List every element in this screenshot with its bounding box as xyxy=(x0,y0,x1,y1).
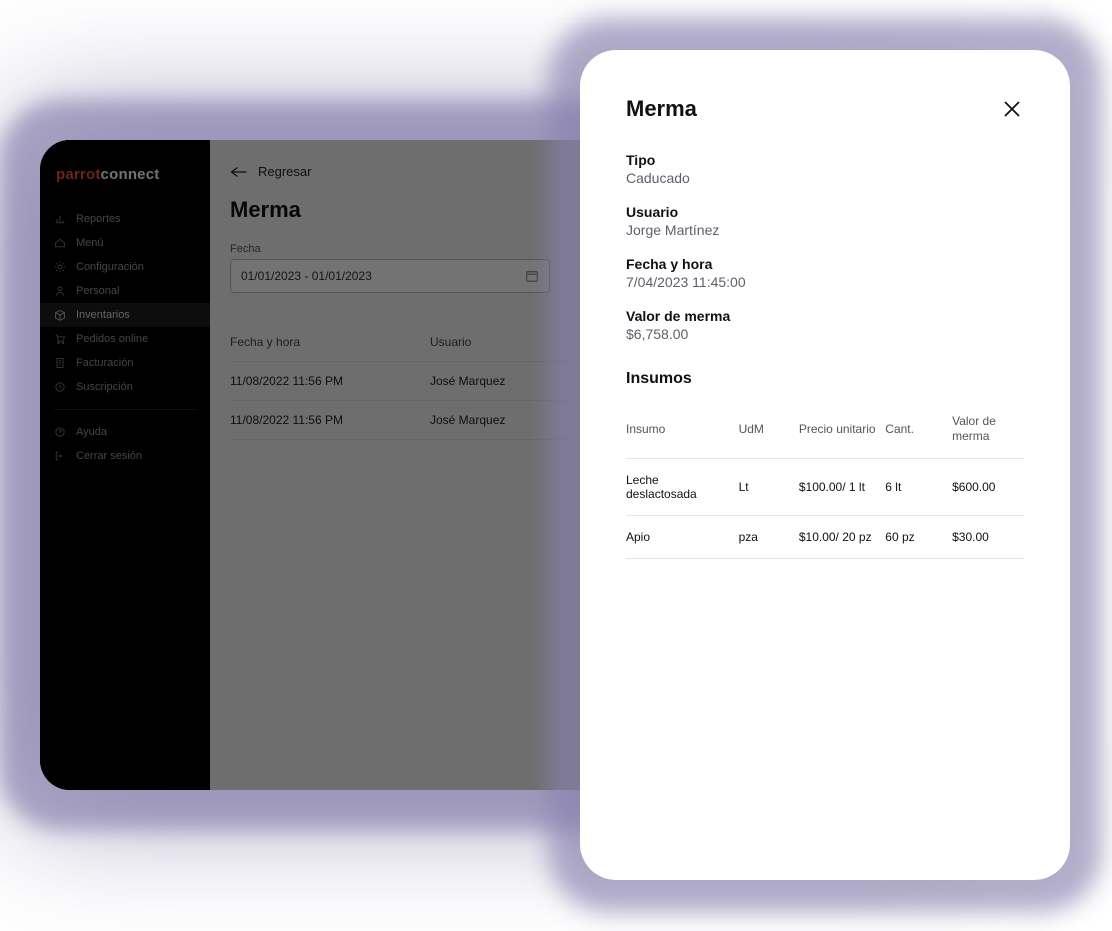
cell-cant: 6 lt xyxy=(885,480,944,494)
meta-type-label: Tipo xyxy=(626,152,1024,168)
insumos-row: Leche deslactosada Lt $100.00/ 1 lt 6 lt… xyxy=(626,459,1024,516)
brand-part2: connect xyxy=(101,166,160,183)
meta-total: Valor de merma $6,758.00 xyxy=(626,308,1024,342)
meta-user-label: Usuario xyxy=(626,204,1024,220)
sidebar-item-reportes[interactable]: Reportes xyxy=(40,207,210,231)
cart-icon xyxy=(54,333,66,345)
cell-datetime: 11/08/2022 11:56 PM xyxy=(230,413,430,427)
sidebar-item-label: Menú xyxy=(76,237,104,249)
sidebar-item-configuracion[interactable]: Configuración xyxy=(40,255,210,279)
sidebar-item-label: Facturación xyxy=(76,357,133,369)
col-cant: Cant. xyxy=(885,422,944,437)
cell-insumo: Leche deslactosada xyxy=(626,473,731,501)
meta-user-value: Jorge Martínez xyxy=(626,222,1024,238)
col-precio-unitario: Precio unitario xyxy=(799,422,877,437)
sidebar-item-suscripcion[interactable]: Suscripción xyxy=(40,375,210,399)
brand-part1: parrot xyxy=(56,166,101,183)
sidebar-item-label: Cerrar sesión xyxy=(76,450,142,462)
gear-icon xyxy=(54,261,66,273)
cell-udm: Lt xyxy=(739,480,791,494)
insumos-header: Insumo UdM Precio unitario Cant. Valor d… xyxy=(626,400,1024,459)
sidebar-item-label: Suscripción xyxy=(76,381,133,393)
sidebar-item-label: Pedidos online xyxy=(76,333,148,345)
sidebar-item-label: Configuración xyxy=(76,261,144,273)
cell-precio-unitario: $100.00/ 1 lt xyxy=(799,480,877,494)
cell-datetime: 11/08/2022 11:56 PM xyxy=(230,374,430,388)
clock-icon xyxy=(54,381,66,393)
receipt-icon xyxy=(54,357,66,369)
col-valor-merma: Valor de merma xyxy=(952,414,1024,444)
detail-card: Merma Tipo Caducado Usuario Jorge Martín… xyxy=(580,50,1070,880)
brand-logo: parrotconnect xyxy=(40,140,210,207)
sidebar-item-label: Reportes xyxy=(76,213,121,225)
insumos-row: Apio pza $10.00/ 20 pz 60 pz $30.00 xyxy=(626,516,1024,559)
detail-card-body: Merma Tipo Caducado Usuario Jorge Martín… xyxy=(580,50,1070,880)
date-range-value: 01/01/2023 - 01/01/2023 xyxy=(241,269,372,283)
sidebar-item-facturacion[interactable]: Facturación xyxy=(40,351,210,375)
help-icon xyxy=(54,426,66,438)
modal-title: Merma xyxy=(626,96,697,122)
col-insumo: Insumo xyxy=(626,422,731,437)
sidebar-item-cerrar-sesion[interactable]: Cerrar sesión xyxy=(40,444,210,468)
meta-datetime: Fecha y hora 7/04/2023 11:45:00 xyxy=(626,256,1024,290)
sidebar-item-menu[interactable]: Menú xyxy=(40,231,210,255)
meta-datetime-value: 7/04/2023 11:45:00 xyxy=(626,274,1024,290)
modal-header: Merma xyxy=(626,96,1024,122)
sidebar-item-label: Ayuda xyxy=(76,426,107,438)
cell-cant: 60 pz xyxy=(885,530,944,544)
sidebar: parrotconnect Reportes Menú Configuració… xyxy=(40,140,210,790)
cell-valor-merma: $30.00 xyxy=(952,530,1024,544)
meta-user: Usuario Jorge Martínez xyxy=(626,204,1024,238)
cell-insumo: Apio xyxy=(626,530,731,544)
calendar-icon xyxy=(525,269,539,283)
meta-total-value: $6,758.00 xyxy=(626,326,1024,342)
sidebar-item-personal[interactable]: Personal xyxy=(40,279,210,303)
sidebar-item-label: Personal xyxy=(76,285,119,297)
close-button[interactable] xyxy=(1000,97,1024,121)
close-icon xyxy=(1002,99,1022,119)
sidebar-item-label: Inventarios xyxy=(76,309,130,321)
sidebar-item-pedidos-online[interactable]: Pedidos online xyxy=(40,327,210,351)
date-range-input[interactable]: 01/01/2023 - 01/01/2023 xyxy=(230,259,550,293)
sidebar-separator xyxy=(54,409,196,410)
section-insumos-title: Insumos xyxy=(626,370,1024,388)
home-icon xyxy=(54,237,66,249)
cell-valor-merma: $600.00 xyxy=(952,480,1024,494)
chart-icon xyxy=(54,213,66,225)
user-icon xyxy=(54,285,66,297)
sidebar-item-ayuda[interactable]: Ayuda xyxy=(40,420,210,444)
meta-type: Tipo Caducado xyxy=(626,152,1024,186)
meta-total-label: Valor de merma xyxy=(626,308,1024,324)
box-icon xyxy=(54,309,66,321)
meta-type-value: Caducado xyxy=(626,170,1024,186)
cell-udm: pza xyxy=(739,530,791,544)
logout-icon xyxy=(54,450,66,462)
back-label: Regresar xyxy=(258,164,311,179)
insumos-table: Insumo UdM Precio unitario Cant. Valor d… xyxy=(626,400,1024,559)
col-udm: UdM xyxy=(739,422,791,437)
arrow-left-icon xyxy=(230,165,248,179)
sidebar-item-inventarios[interactable]: Inventarios xyxy=(40,303,210,327)
cell-precio-unitario: $10.00/ 20 pz xyxy=(799,530,877,544)
col-datetime: Fecha y hora xyxy=(230,335,430,349)
meta-datetime-label: Fecha y hora xyxy=(626,256,1024,272)
